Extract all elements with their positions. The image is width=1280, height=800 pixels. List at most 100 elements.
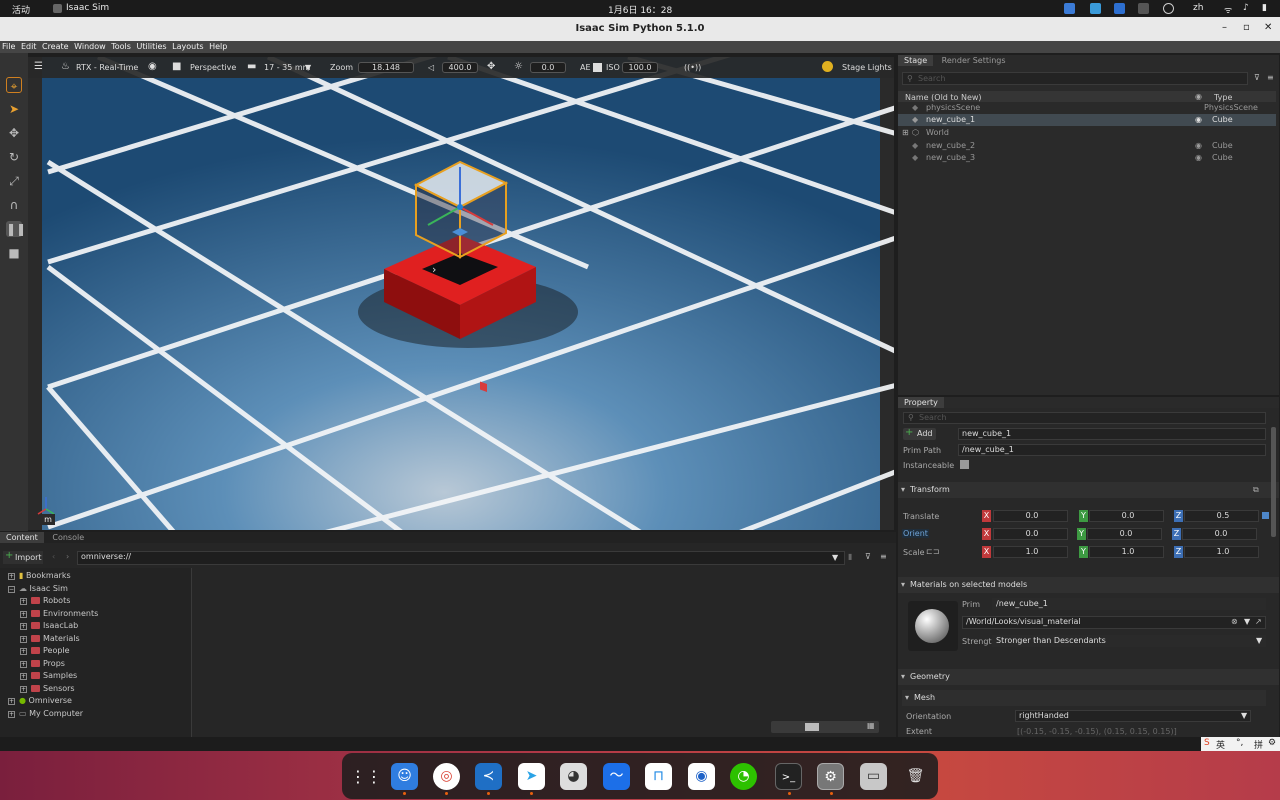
tray-app-icon[interactable] — [1114, 3, 1125, 14]
tree-item-materials[interactable]: + Materials — [20, 634, 80, 643]
scale-x-field[interactable]: 1.0 — [993, 546, 1068, 558]
back-icon[interactable]: ‹ — [52, 552, 55, 561]
tree-item-robots[interactable]: + Robots — [20, 596, 70, 605]
goto-icon[interactable]: ↗ — [1255, 617, 1262, 626]
strength-select[interactable]: Stronger than Descendants — [992, 635, 1266, 647]
menu-tools[interactable]: Tools — [111, 42, 131, 51]
import-button[interactable]: + Import — [3, 550, 43, 564]
settings-icon[interactable]: ☰ — [34, 61, 43, 72]
tab-render-settings[interactable]: Render Settings — [936, 55, 1012, 66]
ae-checkbox[interactable] — [593, 63, 602, 72]
orient-label[interactable]: Orient — [902, 529, 929, 538]
lark-icon[interactable]: 〜 — [603, 763, 630, 790]
stage-row[interactable]: ⊞ ⬡ World — [898, 127, 1276, 139]
window-title-bar[interactable]: Isaac Sim Python 5.1.0 – ▫ ✕ — [0, 17, 1280, 41]
activities-button[interactable]: 活动 — [12, 3, 30, 16]
telegram-icon[interactable]: ➤ — [518, 763, 545, 790]
stage-row[interactable]: ◆ new_cube_2 ◉ Cube — [898, 140, 1276, 152]
wechat-icon[interactable]: ◔ — [730, 763, 757, 790]
chevron-down-icon[interactable]: ▼ — [1256, 636, 1262, 645]
renderer-selector[interactable]: RTX - Real-Time — [76, 63, 138, 72]
forward-icon[interactable]: › — [66, 552, 69, 561]
isaac-sim-icon[interactable]: ⚙ — [817, 763, 844, 790]
tree-item-props[interactable]: + Props — [20, 659, 65, 668]
material-path-field[interactable]: /World/Looks/visual_material — [962, 616, 1266, 629]
show-apps-icon[interactable]: ⋮⋮ — [350, 763, 382, 790]
tree-item-samples[interactable]: + Samples — [20, 671, 77, 680]
orientation-select[interactable]: rightHanded — [1015, 710, 1251, 722]
close-button[interactable]: ✕ — [1264, 22, 1272, 33]
terminal-icon[interactable]: >_ — [775, 763, 802, 790]
tree-item-environments[interactable]: + Environments — [20, 609, 98, 618]
orient-x-field[interactable]: 0.0 — [993, 528, 1068, 540]
stage-row[interactable]: ◆ physicsScene PhysicsScene — [898, 102, 1276, 114]
slider-handle[interactable] — [805, 723, 819, 731]
menu-file[interactable]: File — [2, 42, 15, 51]
select-tool-icon[interactable]: ⌖ — [6, 77, 22, 93]
geometry-section[interactable]: ▾ Geometry — [898, 669, 1279, 685]
telegram-tray-icon[interactable] — [1090, 3, 1101, 14]
rotate-tool-icon[interactable]: ↻ — [6, 149, 22, 165]
grid-view-icon[interactable]: ▦ — [867, 721, 875, 730]
broadcast-icon[interactable]: ((•)) — [684, 63, 701, 72]
minimize-button[interactable]: – — [1222, 22, 1227, 33]
tab-content[interactable]: Content — [0, 532, 44, 543]
col-type[interactable]: Type — [1214, 93, 1232, 102]
chevron-down-icon[interactable]: ▼ — [1241, 711, 1247, 720]
tree-item-people[interactable]: + People — [20, 646, 70, 655]
orient-z-field[interactable]: 0.0 — [1182, 528, 1257, 540]
punct-icon[interactable]: °, — [1236, 738, 1243, 748]
vscode-icon[interactable]: ≺ — [475, 763, 502, 790]
move-tool-icon[interactable]: ✥ — [6, 125, 22, 141]
transform-settings-icon[interactable]: ⧉ — [1253, 482, 1259, 498]
tab-property[interactable]: Property — [898, 397, 944, 408]
scale-tool-icon[interactable]: ⤢ — [6, 173, 22, 189]
tree-item-my-computer[interactable]: + ▭ My Computer — [8, 709, 83, 718]
stop-button-icon[interactable]: ■ — [6, 245, 22, 261]
translate-z-field[interactable]: 0.5 — [1184, 510, 1259, 522]
translate-y-field[interactable]: 0.0 — [1089, 510, 1164, 522]
orient-y-field[interactable]: 0.0 — [1087, 528, 1162, 540]
battery-icon[interactable]: ▮ — [1262, 3, 1267, 13]
viewport-collapse-icon[interactable]: › — [432, 263, 436, 276]
tab-stage[interactable]: Stage — [898, 55, 934, 66]
transform-section[interactable]: ▾ Transform ⧉ — [898, 482, 1279, 498]
camera-selector[interactable]: Perspective — [190, 63, 236, 72]
eye-icon[interactable]: ◉ — [148, 61, 157, 72]
prim-name-field[interactable]: new_cube_1 — [958, 428, 1266, 440]
navigation-icon[interactable]: ✥ — [487, 61, 495, 72]
scale-z-field[interactable]: 1.0 — [1184, 546, 1259, 558]
maximize-button[interactable]: ▫ — [1243, 22, 1250, 33]
pause-button-icon[interactable]: ❚❚ — [6, 221, 26, 237]
disk-icon[interactable]: ▭ — [860, 763, 887, 790]
property-scrollbar[interactable] — [1271, 427, 1276, 537]
eye-icon[interactable]: ◉ — [1195, 114, 1202, 126]
scale-y-field[interactable]: 1.0 — [1089, 546, 1164, 558]
lens-selector[interactable]: 17 - 35 mm — [264, 63, 310, 72]
clock[interactable]: 1月6日 16：28 — [608, 3, 672, 16]
menu-help[interactable]: Help — [209, 42, 227, 51]
tray-app-icon[interactable] — [1064, 3, 1075, 14]
tree-item-isaaclab[interactable]: + IsaacLab — [20, 621, 78, 630]
screenshot-icon[interactable]: ◉ — [688, 763, 715, 790]
iso-field[interactable]: 100.0 — [622, 62, 658, 73]
sogou-tray-icon[interactable] — [1163, 3, 1174, 14]
path-input[interactable]: omniverse:// — [77, 551, 845, 565]
chevron-down-icon[interactable]: ▼ — [1244, 617, 1250, 626]
menu-window[interactable]: Window — [74, 42, 106, 51]
options-icon[interactable]: ≡ — [880, 552, 887, 561]
lens-icon[interactable]: ▬ — [247, 61, 256, 72]
property-search-input[interactable]: ⚲ Search — [903, 412, 1266, 424]
menu-utilities[interactable]: Utilities — [136, 42, 166, 51]
tree-item-sensors[interactable]: + Sensors — [20, 684, 75, 693]
stage-row[interactable]: ◆ new_cube_3 ◉ Cube — [898, 152, 1276, 164]
mesh-section[interactable]: ▾ Mesh — [902, 690, 1266, 706]
expand-icon[interactable]: ⊞ — [902, 127, 909, 139]
stage-search-input[interactable]: ⚲ Search — [902, 72, 1248, 85]
volume-icon[interactable]: ♪ — [1243, 3, 1249, 13]
camera-icon[interactable]: ■ — [172, 61, 181, 72]
todesk-icon[interactable]: ⊓ — [645, 763, 672, 790]
stage-lights-selector[interactable]: Stage Lights — [842, 63, 892, 72]
menu-layouts[interactable]: Layouts — [172, 42, 203, 51]
pointer-tool-icon[interactable]: ➤ — [6, 101, 22, 117]
